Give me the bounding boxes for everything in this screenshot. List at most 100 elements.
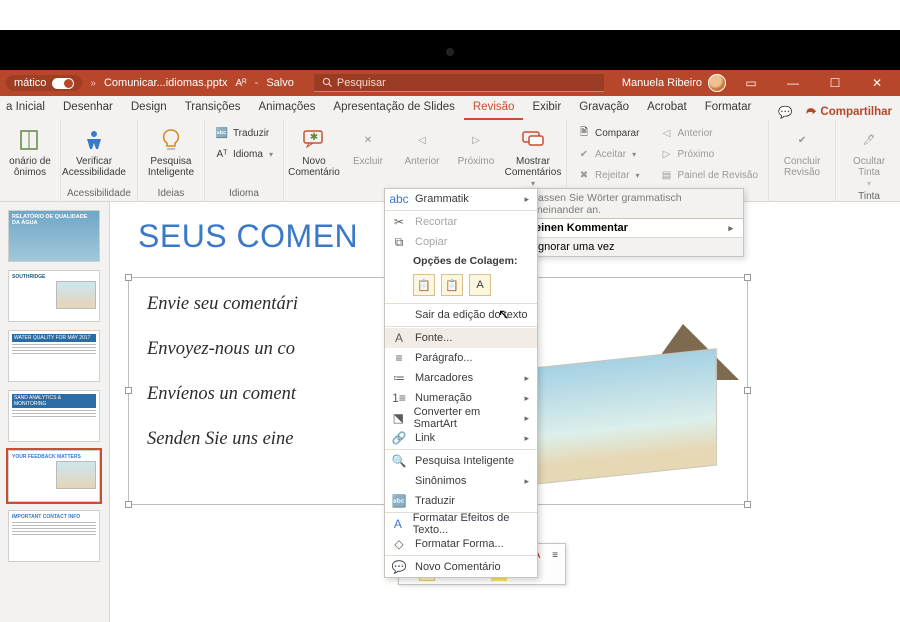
dash: - <box>255 77 259 89</box>
tab-view[interactable]: Exibir <box>523 96 570 120</box>
ctx-bullets[interactable]: ≔Marcadores▸ <box>385 368 537 388</box>
ctx-smart-lookup[interactable]: 🔍Pesquisa Inteligente <box>385 451 537 471</box>
ignore-once[interactable]: Ignorar uma vez <box>523 238 743 256</box>
tab-review[interactable]: Revisão <box>464 96 524 120</box>
paste-merge[interactable]: 📋 <box>441 274 463 296</box>
thumbnail-3[interactable]: WATER QUALITY FOR MAY 2017 <box>8 330 100 382</box>
group-insights: Pesquisa Inteligente Ideias <box>138 120 205 201</box>
thumbnail-2[interactable]: SOUTHRIDGE <box>8 270 100 322</box>
grammar-hint: Passen Sie Wörter grammatisch aneinander… <box>523 189 743 219</box>
paste-keep-source[interactable]: 📋 <box>413 274 435 296</box>
minimize-button[interactable]: — <box>776 76 810 90</box>
resize-handle[interactable] <box>125 501 132 508</box>
ctx-format-shape[interactable]: ◇Formatar Forma... <box>385 534 537 554</box>
svg-text:✱: ✱ <box>310 132 318 143</box>
prev-comment-button[interactable]: ◁Anterior <box>398 124 446 167</box>
ribbon-tabs: a Inicial Desenhar Design Transições Ani… <box>0 96 900 120</box>
save-status: Salvo <box>266 77 294 89</box>
thumbnail-4[interactable]: SAND ANALYTICS & MONITORING <box>8 390 100 442</box>
smartart-icon: ⬔ <box>391 410 406 426</box>
group-language: 🔤Traduzir AᵀIdioma▾ Idioma <box>205 120 284 201</box>
tab-transitions[interactable]: Transições <box>176 96 250 120</box>
ctx-synonyms[interactable]: Sinônimos▸ <box>385 471 537 491</box>
delete-comment-button[interactable]: ✕Excluir <box>344 124 392 167</box>
tab-acrobat[interactable]: Acrobat <box>638 96 696 120</box>
context-menu: abcGrammatik▸ ✂Recortar ⧉Copiar Opções d… <box>384 188 538 578</box>
reject-button[interactable]: ✖Rejeitar▾ <box>573 166 643 184</box>
language-button[interactable]: AᵀIdioma▾ <box>211 145 277 163</box>
ctx-link[interactable]: 🔗Link▸ <box>385 428 537 448</box>
chevron-right-icon: » <box>90 78 96 89</box>
shape-icon: ◇ <box>391 536 407 552</box>
tab-home[interactable]: a Inicial <box>0 96 54 120</box>
tab-slideshow[interactable]: Apresentação de Slides <box>324 96 463 120</box>
slide-thumbnails[interactable]: RELATÓRIO DE QUALIDADE DA ÁGUA SOUTHRIDG… <box>0 202 110 622</box>
hide-ink-button[interactable]: 🖊Ocultar Tinta▾ <box>842 124 896 189</box>
ctx-grammar[interactable]: abcGrammatik▸ <box>385 189 537 209</box>
tab-format[interactable]: Formatar <box>696 96 761 120</box>
compare-button[interactable]: 🗎Comparar <box>573 124 643 142</box>
review-next-button[interactable]: ▷Próximo <box>655 145 762 163</box>
ctx-cut[interactable]: ✂Recortar <box>385 212 537 232</box>
accessibility-badge[interactable]: Aᴿ <box>235 78 246 89</box>
accept-button[interactable]: ✔Aceitar▾ <box>573 145 643 163</box>
ctx-copy[interactable]: ⧉Copiar <box>385 232 537 252</box>
maximize-button[interactable]: ☐ <box>818 76 852 90</box>
align-button[interactable]: ≡ <box>547 547 563 563</box>
next-comment-button[interactable]: ▷Próximo <box>452 124 500 167</box>
ctx-font[interactable]: AFonte... <box>385 328 537 348</box>
autosave-toggle[interactable]: mático <box>6 75 82 91</box>
cut-icon: ✂ <box>391 214 407 230</box>
title-bar: mático » Comunicar...idiomas.pptx Aᴿ - S… <box>0 70 900 96</box>
group-ink: 🖊Ocultar Tinta▾ Tinta <box>836 120 900 201</box>
bullets-icon: ≔ <box>391 370 407 386</box>
paragraph-icon: ≡ <box>391 350 407 366</box>
new-comment-button[interactable]: ✱ Novo Comentário <box>290 124 338 178</box>
ribbon-display-button[interactable]: ▭ <box>734 76 768 90</box>
paste-options-header: Opções de Colagem: <box>385 252 537 270</box>
show-comments-icon <box>520 127 546 153</box>
grammar-icon: abc <box>391 191 407 207</box>
book-icon <box>18 128 42 152</box>
translate-icon: 🔤 <box>391 493 407 509</box>
group-accessibility: Verificar Acessibilidade Acessibilidade <box>61 120 138 201</box>
resize-handle[interactable] <box>125 274 132 281</box>
resize-handle[interactable] <box>744 274 751 281</box>
review-prev-button[interactable]: ◁Anterior <box>655 124 762 142</box>
share-icon <box>805 106 817 118</box>
ctx-paragraph[interactable]: ≡Parágrafo... <box>385 348 537 368</box>
tab-animations[interactable]: Animações <box>250 96 325 120</box>
close-button[interactable]: ✕ <box>860 76 894 90</box>
ctx-format-text-effects[interactable]: AFormatar Efeitos de Texto... <box>385 514 537 534</box>
show-comments-button[interactable]: Mostrar Comentários▾ <box>506 124 560 189</box>
tab-draw[interactable]: Desenhar <box>54 96 122 120</box>
ctx-smartart[interactable]: ⬔Converter em SmartArt▸ <box>385 408 537 428</box>
tab-design[interactable]: Design <box>122 96 176 120</box>
ctx-new-comment[interactable]: 💬Novo Comentário <box>385 557 537 577</box>
review-pane-button[interactable]: ▤Painel de Revisão <box>655 166 762 184</box>
search-input[interactable]: Pesquisar <box>314 74 604 92</box>
autosave-label: mático <box>14 77 46 89</box>
accessibility-icon <box>81 127 107 153</box>
thumbnail-1[interactable]: RELATÓRIO DE QUALIDADE DA ÁGUA <box>8 210 100 262</box>
grammar-suggestion[interactable]: einen Kommentar▸ <box>522 218 744 238</box>
resize-handle[interactable] <box>125 387 132 394</box>
translate-button[interactable]: 🔤Traduzir <box>211 124 277 142</box>
avatar <box>708 74 726 92</box>
ctx-exit-edit[interactable]: Sair da edição do texto <box>385 305 537 325</box>
text-effects-icon: A <box>391 516 405 532</box>
thesaurus-button[interactable]: onário de ônimos <box>6 124 54 178</box>
paste-text-only[interactable]: A <box>469 274 491 296</box>
ctx-translate[interactable]: 🔤Traduzir <box>385 491 537 511</box>
smart-lookup-button[interactable]: Pesquisa Inteligente <box>144 124 198 178</box>
thumbnail-5[interactable]: YOUR FEEDBACK MATTERS <box>8 450 100 502</box>
tab-recording[interactable]: Gravação <box>570 96 638 120</box>
user-account[interactable]: Manuela Ribeiro <box>622 74 726 92</box>
end-review-button[interactable]: ✔Concluir Revisão <box>775 124 829 178</box>
ctx-numbering[interactable]: 1≡Numeração▸ <box>385 388 537 408</box>
check-accessibility-button[interactable]: Verificar Acessibilidade <box>67 124 121 178</box>
share-button[interactable]: Compartilhar <box>805 106 892 118</box>
thumbnail-6[interactable]: IMPORTANT CONTACT INFO <box>8 510 100 562</box>
grammar-suggestions-panel: Passen Sie Wörter grammatisch aneinander… <box>522 188 744 257</box>
comments-pane-icon[interactable]: 💬 <box>777 104 793 120</box>
